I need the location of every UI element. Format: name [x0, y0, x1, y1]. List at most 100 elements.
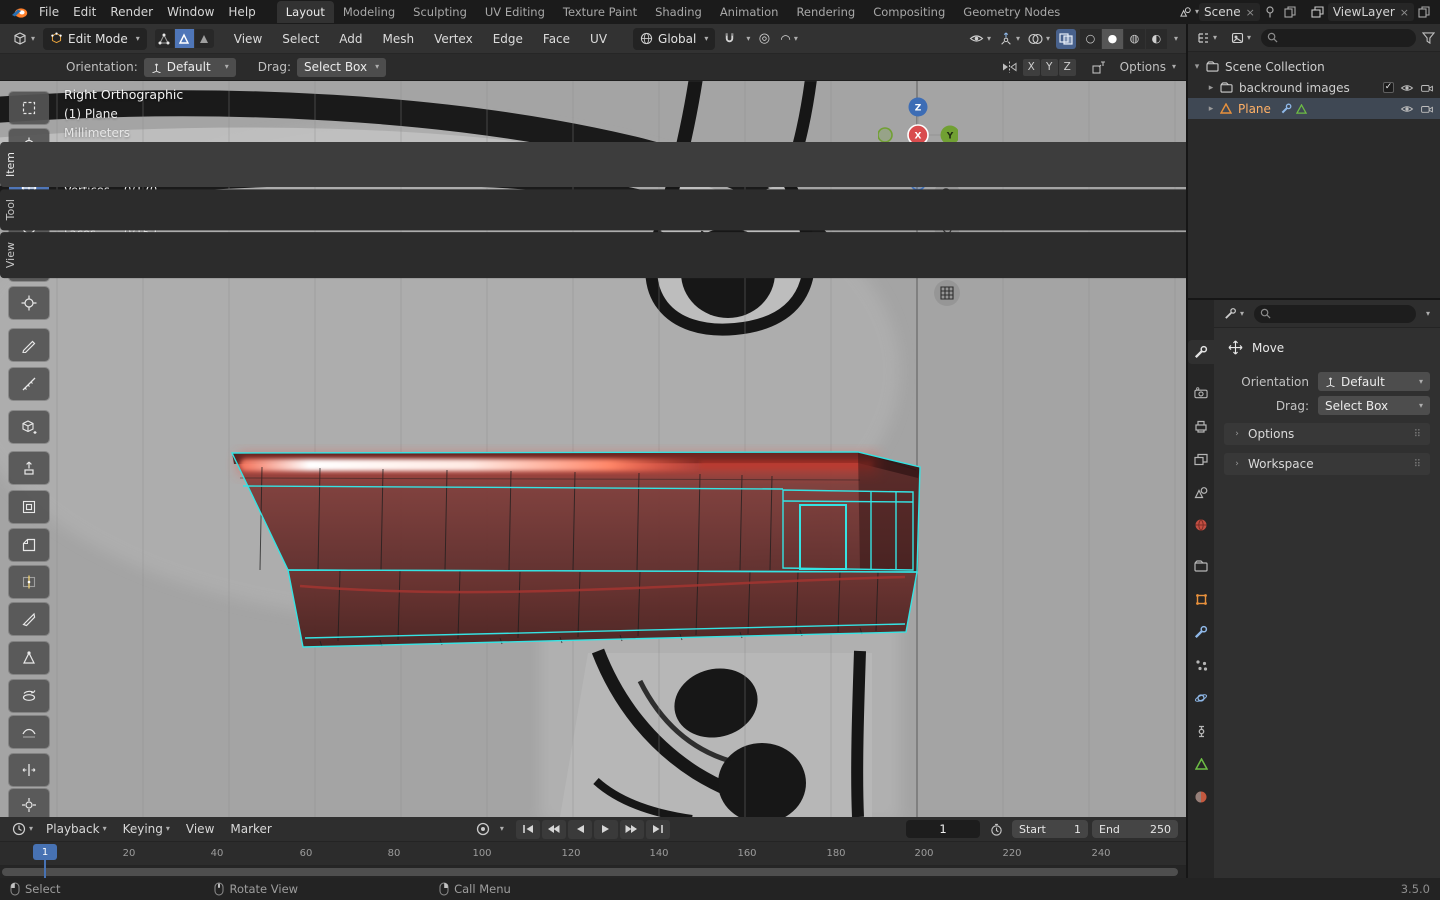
properties-tab-scene[interactable]	[1188, 480, 1214, 504]
tool-options-dropdown[interactable]: Options ▾	[1120, 60, 1176, 74]
properties-tab-tool[interactable]	[1188, 340, 1214, 364]
menu-help[interactable]: Help	[221, 2, 262, 22]
end-frame-field[interactable]: End 250	[1092, 820, 1178, 838]
workspace-tab-geometry-nodes[interactable]: Geometry Nodes	[954, 1, 1069, 23]
menu-marker[interactable]: Marker	[223, 819, 278, 839]
vertex-select-button[interactable]	[154, 29, 174, 48]
axis-y-negative-ball[interactable]	[878, 127, 893, 143]
tool-annotate-button[interactable]	[9, 329, 49, 361]
play-button[interactable]	[593, 819, 618, 839]
shading-settings-dropdown[interactable]: ▾	[1174, 34, 1178, 43]
hide-eye-icon[interactable]	[1400, 104, 1414, 114]
expand-icon[interactable]: ▸	[1206, 83, 1216, 93]
new-viewlayer-button[interactable]	[1414, 3, 1434, 21]
previous-keyframe-button[interactable]	[541, 819, 566, 839]
tool-select-box-button[interactable]	[9, 92, 49, 124]
current-frame-field[interactable]: 1	[906, 820, 980, 838]
jump-to-start-button[interactable]	[515, 819, 540, 839]
filter-icon[interactable]	[1422, 31, 1435, 44]
drag-dropdown[interactable]: Select Box ▾	[1318, 396, 1430, 415]
show-overlays-button[interactable]: ▾	[1026, 29, 1052, 49]
tool-poly-build-button[interactable]	[9, 642, 49, 674]
edge-select-button[interactable]	[174, 29, 194, 48]
snap-toggle-button[interactable]	[719, 29, 739, 49]
tool-edge-slide-button[interactable]	[9, 754, 49, 786]
options-section-header[interactable]: › Options ⠿	[1224, 423, 1430, 445]
properties-tab-view-layer[interactable]	[1188, 447, 1214, 471]
menu-vertex[interactable]: Vertex	[426, 28, 481, 50]
tool-spin-button[interactable]	[9, 680, 49, 712]
hide-eye-icon[interactable]	[1400, 83, 1414, 93]
properties-editor-type-button[interactable]: ▾	[1220, 305, 1248, 322]
viewlayer-name-field[interactable]: ViewLayer ×	[1327, 3, 1414, 21]
mirror-y-button[interactable]: Y	[1040, 58, 1058, 76]
pin-scene-button[interactable]	[1260, 3, 1280, 21]
sidebar-tab-view[interactable]: View	[0, 232, 1186, 279]
scene-name-field[interactable]: Scene ×	[1199, 3, 1260, 21]
proportional-editing-button[interactable]: ◎	[754, 29, 774, 49]
auto-keying-button[interactable]	[471, 820, 495, 839]
proportional-falloff-dropdown[interactable]: ◠ ▾	[778, 29, 800, 49]
outliner-display-mode-button[interactable]: ▾	[1227, 30, 1255, 46]
properties-search-input[interactable]	[1254, 304, 1416, 323]
properties-tab-object-data[interactable]	[1188, 752, 1214, 776]
menu-playback[interactable]: Playback ▾	[39, 819, 114, 839]
tool-orientation-dropdown[interactable]: Default ▾	[143, 57, 236, 77]
menu-mesh[interactable]: Mesh	[375, 28, 423, 50]
tool-smooth-button[interactable]	[9, 716, 49, 748]
properties-tab-physics[interactable]	[1188, 686, 1214, 710]
sidebar-tab-tool[interactable]: Tool	[0, 189, 1186, 231]
menu-view[interactable]: View	[226, 28, 270, 50]
menu-keying[interactable]: Keying ▾	[116, 819, 177, 839]
face-select-button[interactable]	[194, 29, 214, 48]
workspace-tab-shading[interactable]: Shading	[646, 1, 711, 23]
workspace-tab-compositing[interactable]: Compositing	[864, 1, 954, 23]
properties-filter-dropdown[interactable]: ▾	[1426, 309, 1430, 318]
snap-settings-dropdown[interactable]: ▾	[746, 34, 750, 43]
outliner-row-scene-collection[interactable]: ▾ Scene Collection	[1188, 56, 1440, 77]
viewport-3d[interactable]: Right Orthographic (1) Plane Millimeters…	[0, 81, 1186, 817]
timeline-editor-type-button[interactable]: ▾	[8, 820, 37, 838]
outliner-search-input[interactable]	[1261, 28, 1416, 47]
workspace-tab-texture-paint[interactable]: Texture Paint	[554, 1, 646, 23]
menu-edit[interactable]: Edit	[66, 2, 103, 22]
workspace-tab-uv-editing[interactable]: UV Editing	[476, 1, 554, 23]
play-reverse-button[interactable]	[567, 819, 592, 839]
tool-inset-faces-button[interactable]	[9, 491, 49, 523]
tool-transform-button[interactable]	[9, 287, 49, 319]
tool-loop-cut-button[interactable]	[9, 566, 49, 598]
viewlayer-browse-button[interactable]	[1308, 3, 1328, 21]
tool-shrink-fatten-button[interactable]	[9, 789, 49, 817]
keying-set-dropdown[interactable]: ▾	[500, 825, 504, 833]
xray-toggle-button[interactable]	[1055, 28, 1076, 49]
tool-drag-dropdown[interactable]: Select Box ▾	[296, 57, 387, 77]
viewlayer-remove-icon[interactable]: ×	[1400, 6, 1409, 19]
workspace-tab-scripting[interactable]: Scripting	[1069, 1, 1076, 23]
properties-tab-render[interactable]	[1188, 381, 1214, 405]
mode-selector-dropdown[interactable]: Edit Mode ▾	[43, 27, 147, 50]
tool-knife-button[interactable]	[9, 603, 49, 635]
properties-tab-object[interactable]	[1188, 587, 1214, 611]
scene-unlink-icon[interactable]: ×	[1246, 6, 1255, 19]
menu-edge[interactable]: Edge	[485, 28, 531, 50]
menu-uv[interactable]: UV	[582, 28, 615, 50]
properties-tab-particles[interactable]	[1188, 653, 1214, 677]
scene-browse-button[interactable]: ▾	[1179, 3, 1199, 21]
workspace-tab-layout[interactable]: Layout	[276, 1, 334, 23]
properties-tab-constraints[interactable]	[1188, 719, 1214, 743]
solid-shading-button[interactable]: ●	[1101, 28, 1123, 49]
menu-file[interactable]: File	[32, 2, 66, 22]
workspace-section-header[interactable]: › Workspace ⠿	[1224, 453, 1430, 475]
mirror-x-button[interactable]: X	[1022, 58, 1040, 76]
properties-tab-modifiers[interactable]	[1188, 620, 1214, 644]
disable-render-camera-icon[interactable]	[1420, 104, 1434, 114]
outliner-editor-type-button[interactable]: ▾	[1193, 30, 1221, 46]
workspace-tab-rendering[interactable]: Rendering	[787, 1, 864, 23]
perspective-toggle-button[interactable]	[934, 280, 960, 306]
expand-icon[interactable]: ▾	[1192, 62, 1202, 72]
editor-type-button[interactable]: ▾	[8, 29, 39, 49]
expand-icon[interactable]: ▸	[1206, 104, 1216, 114]
sidebar-tab-item[interactable]: Item	[0, 142, 1186, 188]
outliner-row-plane[interactable]: ▸ Plane	[1188, 98, 1440, 119]
workspace-tab-sculpting[interactable]: Sculpting	[404, 1, 476, 23]
